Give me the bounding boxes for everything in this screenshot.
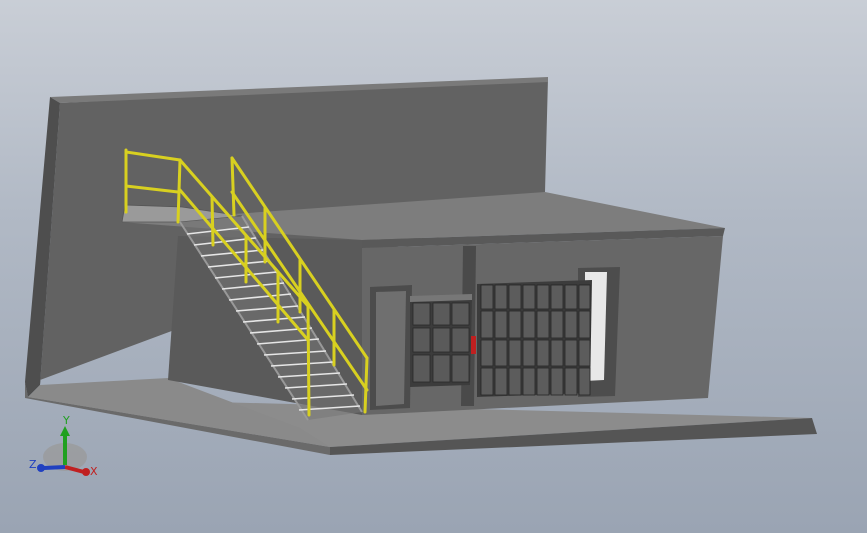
y-axis-arrow — [60, 426, 70, 436]
z-axis-arrow — [37, 464, 45, 472]
locker-cabinet-large[interactable] — [477, 280, 592, 397]
z-axis-label: Z — [29, 458, 37, 471]
doorway-left-inner[interactable] — [376, 291, 406, 406]
x-axis-line — [64, 465, 85, 474]
axis-triad: Y X Z — [29, 414, 98, 478]
z-axis-line — [43, 465, 66, 470]
locker-cabinet-small[interactable] — [410, 294, 472, 387]
x-axis-label: X — [90, 465, 98, 478]
graphics-viewport[interactable]: Y X Z — [0, 0, 867, 533]
y-axis-label: Y — [62, 414, 70, 427]
cad-scene[interactable] — [0, 0, 867, 533]
fire-extinguisher[interactable] — [471, 336, 476, 354]
x-axis-arrow — [82, 468, 90, 476]
